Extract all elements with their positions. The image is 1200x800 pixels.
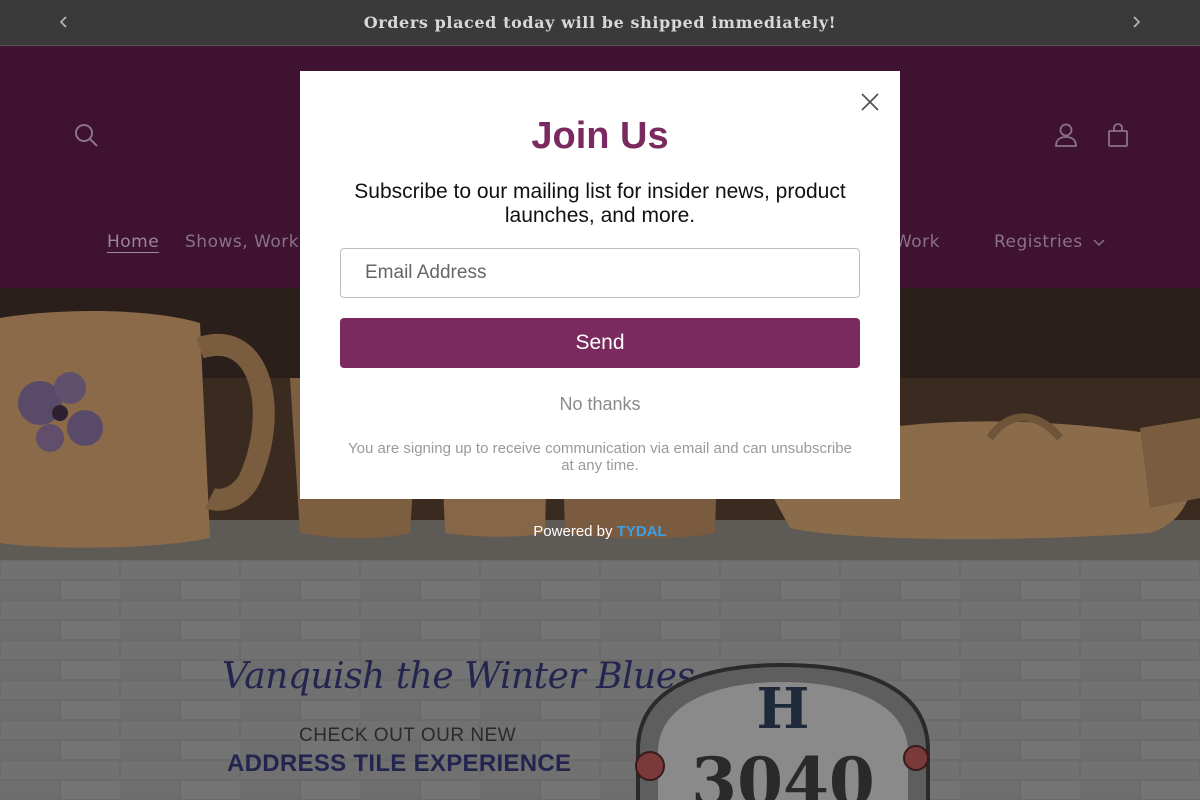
newsletter-modal: Join Us Subscribe to our mailing list fo… — [300, 71, 900, 499]
search-button[interactable] — [72, 121, 100, 149]
promo-script-heading: Vanquish the Winter Blues — [222, 656, 695, 697]
tile-letter: H — [757, 676, 810, 742]
chevron-down-icon — [1093, 232, 1105, 252]
send-button[interactable]: Send — [340, 318, 860, 368]
address-tile-image: H 3040 — [628, 660, 938, 800]
promo-check-out-text: CHECK OUT OUR NEW — [299, 725, 517, 746]
nav-shows-workshops[interactable]: Shows, Works — [185, 232, 308, 252]
modal-close-button[interactable] — [856, 88, 884, 116]
modal-disclaimer: You are signing up to receive communicat… — [348, 440, 852, 474]
nav-registries-label: Registries — [994, 232, 1083, 252]
modal-subtitle: Subscribe to our mailing list for inside… — [354, 180, 846, 227]
cart-button[interactable] — [1104, 121, 1132, 149]
bag-icon — [1108, 123, 1128, 147]
announcement-text: Orders placed today will be shipped imme… — [363, 13, 837, 32]
announcement-prev-button[interactable] — [54, 12, 74, 32]
tydal-brand-link[interactable]: TYDAL — [617, 523, 667, 540]
search-icon — [75, 124, 98, 147]
announcement-bar: Orders placed today will be shipped imme… — [0, 0, 1200, 46]
promo-address-tile-text: ADDRESS TILE EXPERIENCE — [227, 750, 572, 777]
no-thanks-link[interactable]: No thanks — [300, 394, 900, 415]
tile-number: 3040 — [691, 743, 875, 800]
close-icon — [861, 93, 879, 111]
account-icon — [1055, 123, 1077, 147]
promo-section: Vanquish the Winter Blues CHECK OUT OUR … — [0, 560, 1200, 800]
announcement-next-button[interactable] — [1126, 12, 1146, 32]
chevron-left-icon — [59, 16, 67, 28]
modal-title: Join Us — [531, 115, 669, 157]
powered-by: Powered by TYDAL — [0, 523, 1200, 540]
email-field[interactable] — [340, 248, 860, 298]
nav-registries[interactable]: Registries — [994, 232, 1105, 252]
account-button[interactable] — [1052, 121, 1080, 149]
powered-by-prefix: Powered by — [533, 523, 617, 540]
chevron-right-icon — [1133, 16, 1141, 28]
nav-home[interactable]: Home — [107, 232, 159, 252]
